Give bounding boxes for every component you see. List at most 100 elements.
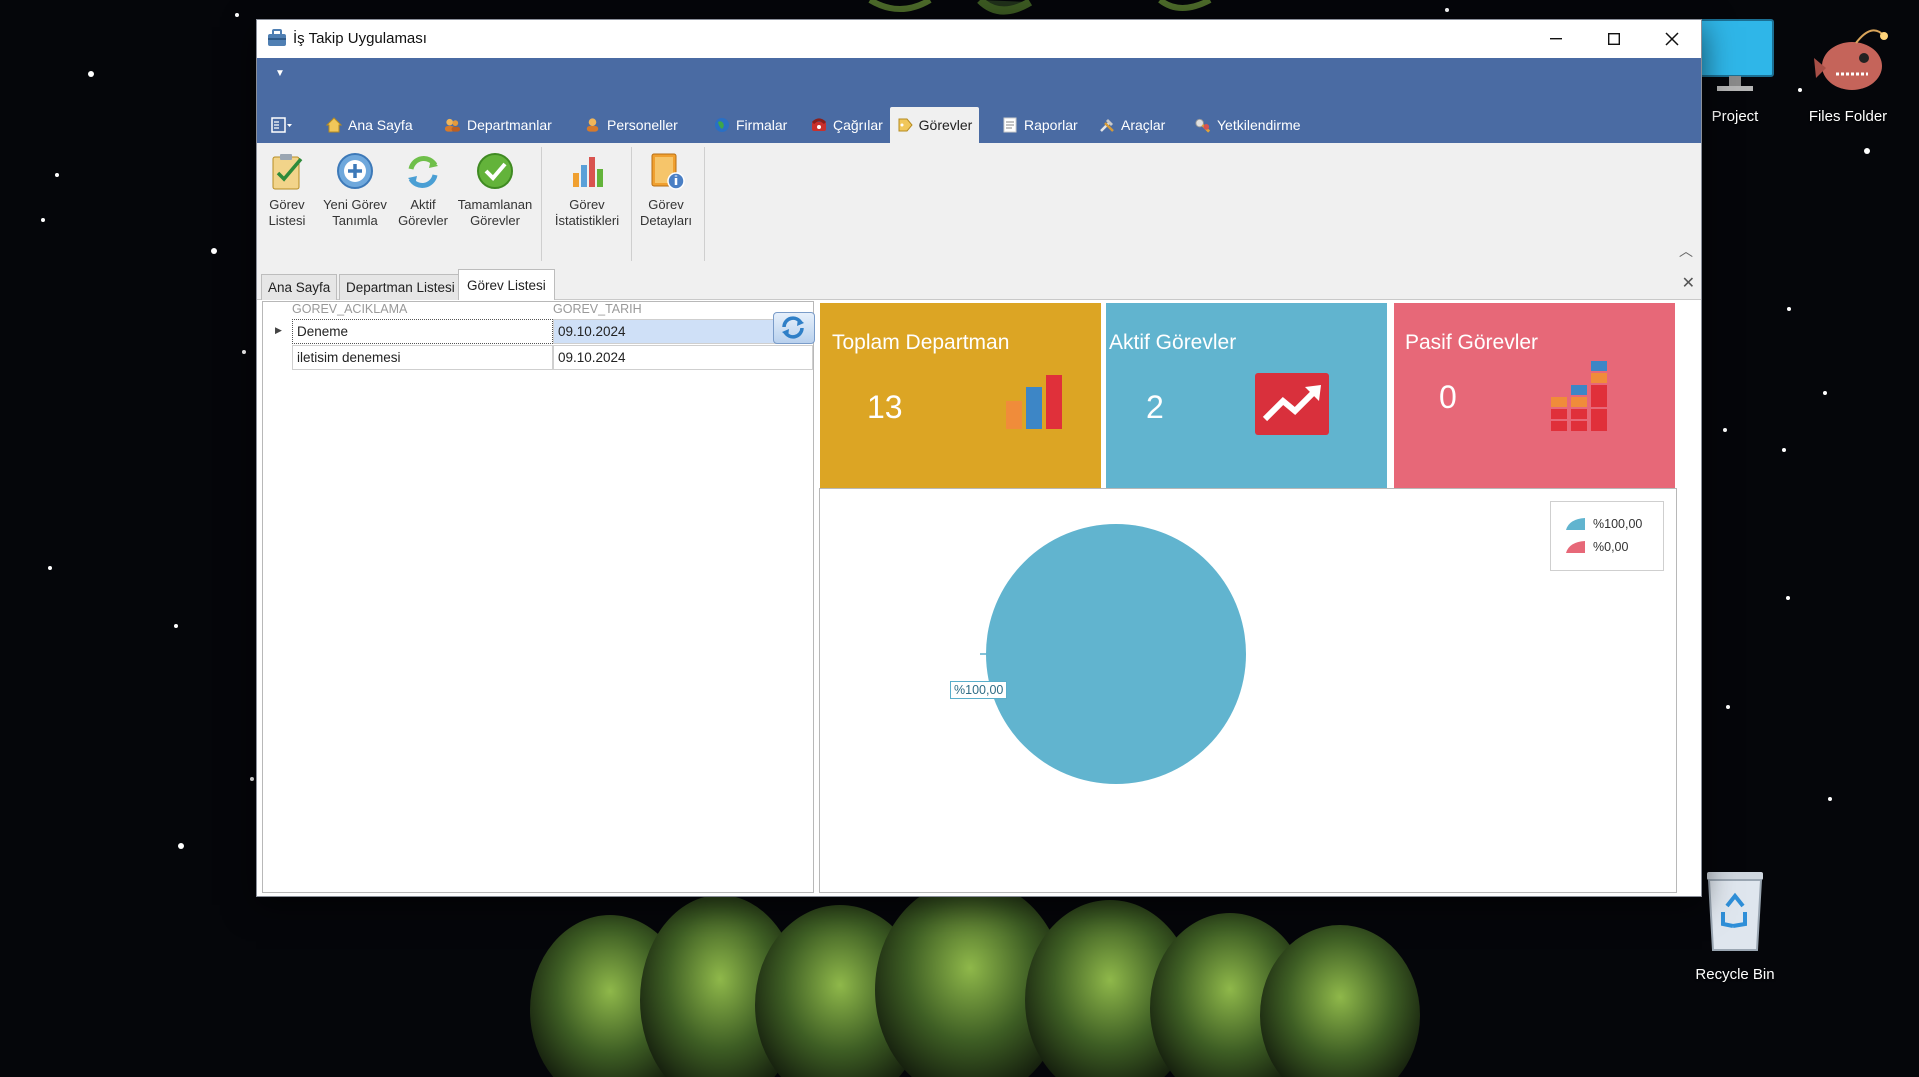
add-circle-icon xyxy=(337,153,373,189)
close-document-icon[interactable]: ✕ xyxy=(1682,273,1695,293)
tab-araclar[interactable]: Araçlar xyxy=(1090,107,1173,143)
table-row[interactable]: iletisim denemesi 09.10.2024 xyxy=(263,345,813,371)
tab-label: Çağrılar xyxy=(833,117,883,133)
minimize-button[interactable] xyxy=(1527,20,1585,58)
button-label: Görev Listesi xyxy=(268,197,306,228)
recycle-bin-icon xyxy=(1707,872,1763,951)
legend-label: %0,00 xyxy=(1593,540,1629,554)
ribbon-separator xyxy=(704,147,705,261)
table-row[interactable]: ▶ Deneme 09.10.2024 xyxy=(263,319,813,345)
doc-tab-departman-listesi[interactable]: Departman Listesi xyxy=(339,274,462,300)
card-value: 2 xyxy=(1146,389,1164,425)
app-menu-icon xyxy=(271,117,292,133)
star xyxy=(235,13,239,17)
star xyxy=(55,173,59,177)
key-icon xyxy=(1194,117,1211,134)
yeni-gorev-tanimla-button[interactable]: Yeni Görev Tanımla xyxy=(317,151,393,229)
legend-item: %100,00 xyxy=(1565,517,1642,531)
row-indicator-icon: ▶ xyxy=(275,325,282,335)
tab-label: Ana Sayfa xyxy=(348,117,413,133)
doc-tab-ana-sayfa[interactable]: Ana Sayfa xyxy=(261,274,338,300)
tab-label: Departmanlar xyxy=(467,117,552,133)
aktif-gorevler-card: Aktif Görevler 2 xyxy=(1106,303,1387,490)
refresh-arrows-icon xyxy=(408,156,438,188)
person-group-icon xyxy=(584,117,601,134)
house-icon xyxy=(325,117,342,134)
star xyxy=(211,248,217,254)
close-button[interactable] xyxy=(1643,20,1701,58)
quick-access-dropdown-icon[interactable]: ▼ xyxy=(275,68,285,79)
gorev-grid[interactable]: GOREV_ACIKLAMA GOREV_TARIH ▶ Deneme 09.1… xyxy=(262,301,815,893)
check-circle-icon xyxy=(477,153,513,189)
card-value: 0 xyxy=(1439,379,1457,415)
bar-chart-icon xyxy=(1006,375,1062,429)
chart-legend: %100,00 %0,00 xyxy=(1550,501,1664,571)
button-label: Aktif Görevler xyxy=(398,197,448,228)
star xyxy=(174,624,178,628)
table-cell[interactable]: iletisim denemesi xyxy=(292,345,553,370)
application-menu-button[interactable] xyxy=(263,107,301,143)
column-header-gorev-aciklama[interactable]: GOREV_ACIKLAMA xyxy=(292,302,407,319)
report-icon xyxy=(1001,117,1018,134)
globe-icon xyxy=(713,117,730,134)
tab-cagrilar[interactable]: Çağrılar xyxy=(802,107,891,143)
star xyxy=(1723,428,1727,432)
tab-label: Raporlar xyxy=(1024,117,1078,133)
tab-label: Yetkilendirme xyxy=(1217,117,1301,133)
ribbon-collapse-icon[interactable]: ︿ xyxy=(1679,241,1693,261)
desktop-icon-files-folder[interactable]: Files Folder xyxy=(1793,18,1903,125)
ribbon-header: ▼ Ana Sayfa Departmanlar Personeller Fir… xyxy=(257,58,1701,143)
phone-icon xyxy=(810,117,827,134)
button-label: Tamamlanan Görevler xyxy=(457,197,533,228)
monitor-icon xyxy=(1696,19,1774,91)
star xyxy=(250,777,254,781)
legend-item: %0,00 xyxy=(1565,540,1628,554)
star xyxy=(1786,596,1790,600)
star xyxy=(88,71,94,77)
star xyxy=(242,350,246,354)
tab-personeller[interactable]: Personeller xyxy=(576,107,686,143)
gorev-pie-chart: %100,00 %100,00 %0,00 xyxy=(819,488,1677,893)
doc-tab-label: Görev Listesi xyxy=(467,277,546,293)
tab-departmanlar[interactable]: Departmanlar xyxy=(436,107,560,143)
gorev-detaylari-button[interactable]: Görev Detayları xyxy=(635,151,697,229)
button-label: Görev Detayları xyxy=(639,197,693,228)
refresh-button[interactable] xyxy=(773,312,815,344)
wallpaper-art xyxy=(530,890,1420,1077)
maximize-icon xyxy=(1608,33,1620,45)
maximize-button[interactable] xyxy=(1585,20,1643,58)
table-cell[interactable]: 09.10.2024 xyxy=(553,319,778,344)
tab-label: Personeller xyxy=(607,117,678,133)
star xyxy=(48,566,52,570)
doc-tab-gorev-listesi[interactable]: Görev Listesi xyxy=(458,269,555,300)
legend-swatch xyxy=(1566,541,1585,553)
title-bar[interactable]: İş Takip Uygulaması xyxy=(257,20,1701,58)
tab-yetkilendirme[interactable]: Yetkilendirme xyxy=(1186,107,1309,143)
app-window: İş Takip Uygulaması ▼ Ana Sayfa Departma… xyxy=(256,19,1702,897)
pie-slice xyxy=(986,524,1246,784)
ribbon-separator xyxy=(541,147,542,261)
tab-ana-sayfa[interactable]: Ana Sayfa xyxy=(317,107,421,143)
aktif-gorevler-button[interactable]: Aktif Görevler xyxy=(395,151,451,229)
ribbon-separator xyxy=(631,147,632,261)
tamamlanan-gorevler-button[interactable]: Tamamlanan Görevler xyxy=(453,151,537,229)
table-cell[interactable]: 09.10.2024 xyxy=(553,345,813,370)
tab-gorevler[interactable]: Görevler xyxy=(890,107,979,143)
gorev-listesi-button[interactable]: Görev Listesi xyxy=(265,151,309,229)
tab-label: Araçlar xyxy=(1121,117,1166,133)
gorev-istatistikleri-button[interactable]: Görev İstatistikleri xyxy=(547,151,627,229)
trend-up-icon xyxy=(1255,373,1329,435)
star xyxy=(41,218,45,222)
button-label: Yeni Görev Tanımla xyxy=(323,197,387,228)
tab-raporlar[interactable]: Raporlar xyxy=(993,107,1086,143)
tab-firmalar[interactable]: Firmalar xyxy=(705,107,795,143)
star xyxy=(1828,797,1832,801)
stacked-bar-chart-icon xyxy=(1551,361,1607,431)
desktop-icon-label: Files Folder xyxy=(1808,108,1888,125)
column-header-gorev-tarih[interactable]: GOREV_TARIH xyxy=(553,302,642,319)
anglerfish-icon xyxy=(1814,29,1888,90)
minimize-icon xyxy=(1550,38,1562,40)
toplam-departman-card: Toplam Departman 13 xyxy=(820,303,1101,490)
refresh-icon xyxy=(782,316,804,339)
table-cell[interactable]: Deneme xyxy=(292,319,553,344)
